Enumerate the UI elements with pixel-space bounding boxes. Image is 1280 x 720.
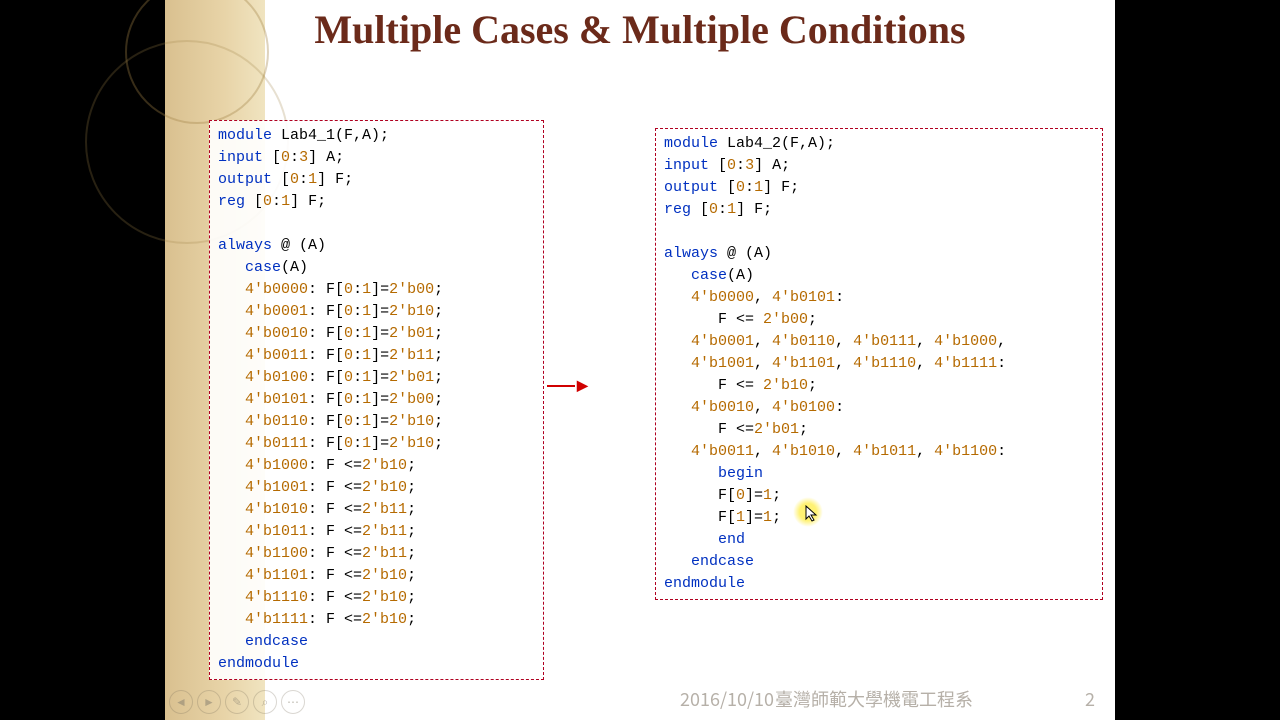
highlight-cursor (793, 497, 823, 527)
pen-icon[interactable]: ✎ (225, 690, 249, 714)
slideshow-controls[interactable]: ◄►✎⌕⋯ (169, 690, 309, 714)
code-block-right: module Lab4_2(F,A); input [0:3] A; outpu… (655, 128, 1103, 600)
footer-date: 2016/10/10 (680, 686, 774, 712)
slide: Multiple Cases & Multiple Conditions mod… (165, 0, 1115, 720)
code-right: module Lab4_2(F,A); input [0:3] A; outpu… (664, 133, 1094, 595)
arrow-icon (547, 372, 588, 399)
code-left: module Lab4_1(F,A); input [0:3] A; outpu… (218, 125, 535, 675)
zoom-icon[interactable]: ⌕ (253, 690, 277, 714)
code-block-left: module Lab4_1(F,A); input [0:3] A; outpu… (209, 120, 544, 680)
next-icon[interactable]: ► (197, 690, 221, 714)
slide-title: Multiple Cases & Multiple Conditions (165, 6, 1115, 54)
menu-icon[interactable]: ⋯ (281, 690, 305, 714)
cursor-icon (805, 505, 819, 523)
prev-icon[interactable]: ◄ (169, 690, 193, 714)
footer-page: 2 (1085, 686, 1095, 712)
footer-org: 臺灣師範大學機電工程系 (775, 686, 973, 712)
